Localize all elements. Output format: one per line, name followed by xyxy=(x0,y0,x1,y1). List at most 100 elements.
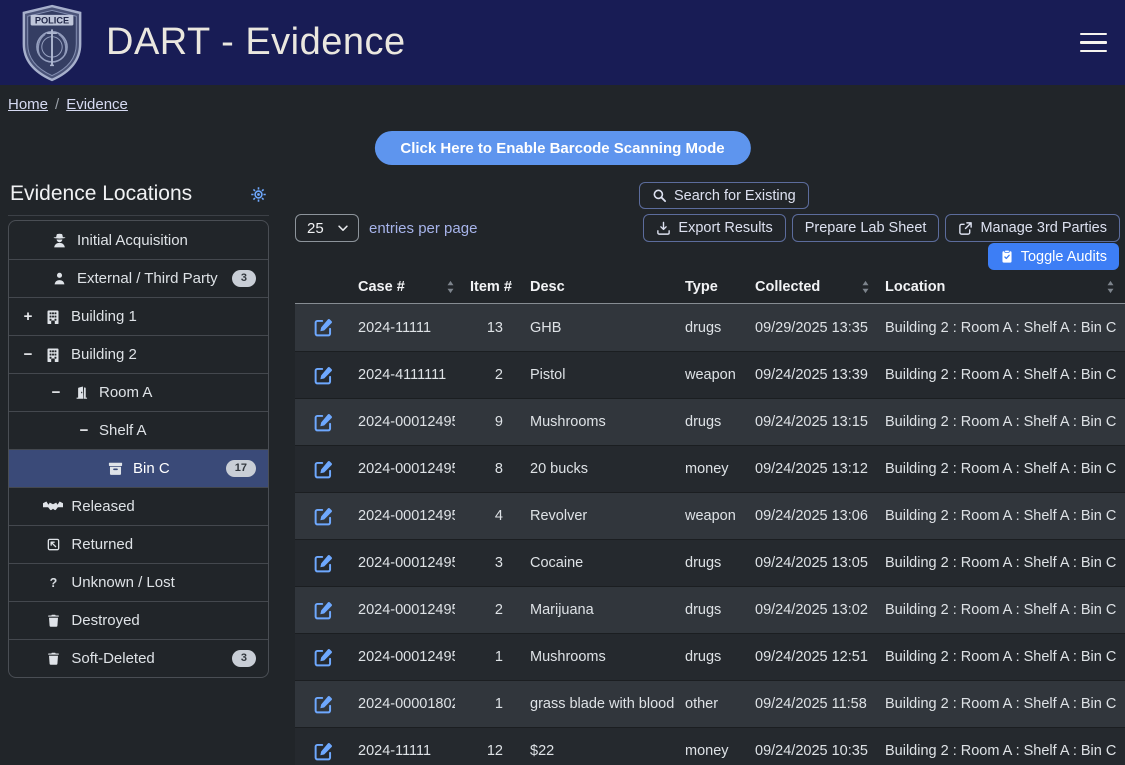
cell-collected: 09/24/2025 11:58 xyxy=(740,681,870,727)
expand-collapse-icon[interactable]: − xyxy=(21,346,35,363)
edit-item-button[interactable] xyxy=(295,412,334,433)
edit-icon xyxy=(313,412,334,433)
cell-type: drugs xyxy=(670,304,740,351)
cell-type: drugs xyxy=(670,634,740,680)
cell-case-number: 2024-00012495 xyxy=(343,446,455,492)
sidebar-item-returned[interactable]: Returned xyxy=(9,525,268,563)
table-body: 2024-11111 13 GHB drugs 09/29/2025 13:35… xyxy=(295,304,1125,765)
column-header-desc[interactable]: Desc xyxy=(515,271,670,303)
search-for-existing-button[interactable]: Search for Existing xyxy=(639,182,809,209)
evidence-locations-panel: Evidence Locations Initial Acquisition E… xyxy=(8,182,269,678)
sidebar-item-label: Released xyxy=(71,498,134,515)
sort-arrows-icon[interactable] xyxy=(1106,280,1115,294)
edit-item-button[interactable] xyxy=(295,553,334,574)
table-row: 2024-00001802 1 grass blade with blood o… xyxy=(295,680,1125,727)
column-header-item[interactable]: Item # xyxy=(455,271,515,303)
sort-arrows-icon[interactable] xyxy=(861,280,870,294)
entries-per-page: 25 entries per page xyxy=(295,214,477,242)
cell-collected: 09/29/2025 13:35 xyxy=(740,304,870,351)
sidebar-item-bin-c[interactable]: Bin C 17 xyxy=(9,449,268,487)
sidebar-item-external-third-party[interactable]: External / Third Party 3 xyxy=(9,259,268,297)
edit-item-button[interactable] xyxy=(295,317,334,338)
cell-collected: 09/24/2025 13:02 xyxy=(740,587,870,633)
hamburger-menu-icon[interactable] xyxy=(1080,33,1107,53)
edit-icon xyxy=(313,600,334,621)
sidebar-item-initial-acquisition[interactable]: Initial Acquisition xyxy=(9,221,268,259)
column-header-type[interactable]: Type xyxy=(670,271,740,303)
cell-type: drugs xyxy=(670,540,740,586)
cell-case-number: 2024-4111111 xyxy=(343,352,455,398)
cell-description: Mushrooms xyxy=(515,399,670,445)
sidebar-item-label: Returned xyxy=(71,536,133,553)
sidebar-item-shelf-a[interactable]: − Shelf A xyxy=(9,411,268,449)
edit-item-button[interactable] xyxy=(295,506,334,527)
sidebar-item-soft-deleted[interactable]: Soft-Deleted 3 xyxy=(9,639,268,677)
download-icon xyxy=(656,221,671,236)
sidebar-item-building-2[interactable]: − Building 2 xyxy=(9,335,268,373)
column-header-location[interactable]: Location xyxy=(870,271,1125,303)
cell-location: Building 2 : Room A : Shelf A : Bin C xyxy=(870,728,1125,765)
cell-description: Revolver xyxy=(515,493,670,539)
evidence-locations-header: Evidence Locations xyxy=(8,182,269,216)
sidebar-item-room-a[interactable]: − Room A xyxy=(9,373,268,411)
handshake-icon xyxy=(43,500,63,514)
expand-collapse-icon[interactable]: − xyxy=(49,384,63,401)
column-header-collected[interactable]: Collected xyxy=(740,271,870,303)
edit-icon xyxy=(313,317,334,338)
cell-location: Building 2 : Room A : Shelf A : Bin C xyxy=(870,352,1125,398)
cell-type: money xyxy=(670,728,740,765)
edit-item-button[interactable] xyxy=(295,694,334,715)
cell-case-number: 2024-00012495 xyxy=(343,540,455,586)
trash-icon xyxy=(43,613,63,628)
door-icon xyxy=(71,385,91,400)
sidebar-item-unknown-lost[interactable]: ? Unknown / Lost xyxy=(9,563,268,601)
detective-icon xyxy=(49,232,69,249)
cell-type: drugs xyxy=(670,587,740,633)
cell-case-number: 2024-00012495 xyxy=(343,493,455,539)
expand-collapse-icon[interactable]: + xyxy=(21,308,35,325)
building-icon xyxy=(43,309,63,325)
cell-collected: 09/24/2025 13:39 xyxy=(740,352,870,398)
prepare-lab-sheet-button[interactable]: Prepare Lab Sheet xyxy=(792,214,940,242)
gear-icon[interactable] xyxy=(250,186,267,203)
table-header-row: Case # Item # Desc Type Collected Locati… xyxy=(295,271,1125,304)
cell-location: Building 2 : Room A : Shelf A : Bin C xyxy=(870,681,1125,727)
column-header-case[interactable]: Case # xyxy=(343,271,455,303)
bin-icon xyxy=(105,460,125,477)
edit-item-button[interactable] xyxy=(295,459,334,480)
edit-item-button[interactable] xyxy=(295,741,334,762)
sidebar-title: Evidence Locations xyxy=(10,182,192,206)
expand-collapse-icon[interactable]: − xyxy=(77,422,91,439)
cell-collected: 09/24/2025 13:06 xyxy=(740,493,870,539)
edit-item-button[interactable] xyxy=(295,600,334,621)
cell-description: 20 bucks xyxy=(515,446,670,492)
sidebar-item-released[interactable]: Released xyxy=(9,487,268,525)
sidebar-item-destroyed[interactable]: Destroyed xyxy=(9,601,268,639)
cell-location: Building 2 : Room A : Shelf A : Bin C xyxy=(870,587,1125,633)
entries-per-page-select[interactable]: 25 xyxy=(295,214,359,242)
breadcrumb-home-link[interactable]: Home xyxy=(8,96,48,113)
sidebar-item-building-1[interactable]: + Building 1 xyxy=(9,297,268,335)
toggle-audits-wrap: Toggle Audits xyxy=(988,243,1119,270)
cell-item-number: 3 xyxy=(455,540,515,586)
sort-arrows-icon[interactable] xyxy=(446,280,455,294)
edit-item-button[interactable] xyxy=(295,647,334,668)
barcode-scanning-mode-button[interactable]: Click Here to Enable Barcode Scanning Mo… xyxy=(374,131,750,165)
breadcrumb-evidence-link[interactable]: Evidence xyxy=(66,96,128,113)
cell-description: Mushrooms xyxy=(515,634,670,680)
cell-item-number: 1 xyxy=(455,634,515,680)
cell-collected: 09/24/2025 13:05 xyxy=(740,540,870,586)
export-results-button[interactable]: Export Results xyxy=(643,214,785,242)
manage-3rd-parties-button[interactable]: Manage 3rd Parties xyxy=(945,214,1120,242)
search-icon xyxy=(652,188,667,203)
sidebar-item-label: Shelf A xyxy=(99,422,147,439)
cell-case-number: 2024-00001802 xyxy=(343,681,455,727)
toggle-audits-button[interactable]: Toggle Audits xyxy=(988,243,1119,270)
edit-item-button[interactable] xyxy=(295,365,334,386)
sidebar-item-label: Destroyed xyxy=(71,612,139,629)
cell-case-number: 2024-00012495 xyxy=(343,399,455,445)
edit-icon xyxy=(313,506,334,527)
question-icon: ? xyxy=(43,576,63,590)
breadcrumb-separator: / xyxy=(55,96,59,113)
sidebar-item-label: Initial Acquisition xyxy=(77,232,188,249)
